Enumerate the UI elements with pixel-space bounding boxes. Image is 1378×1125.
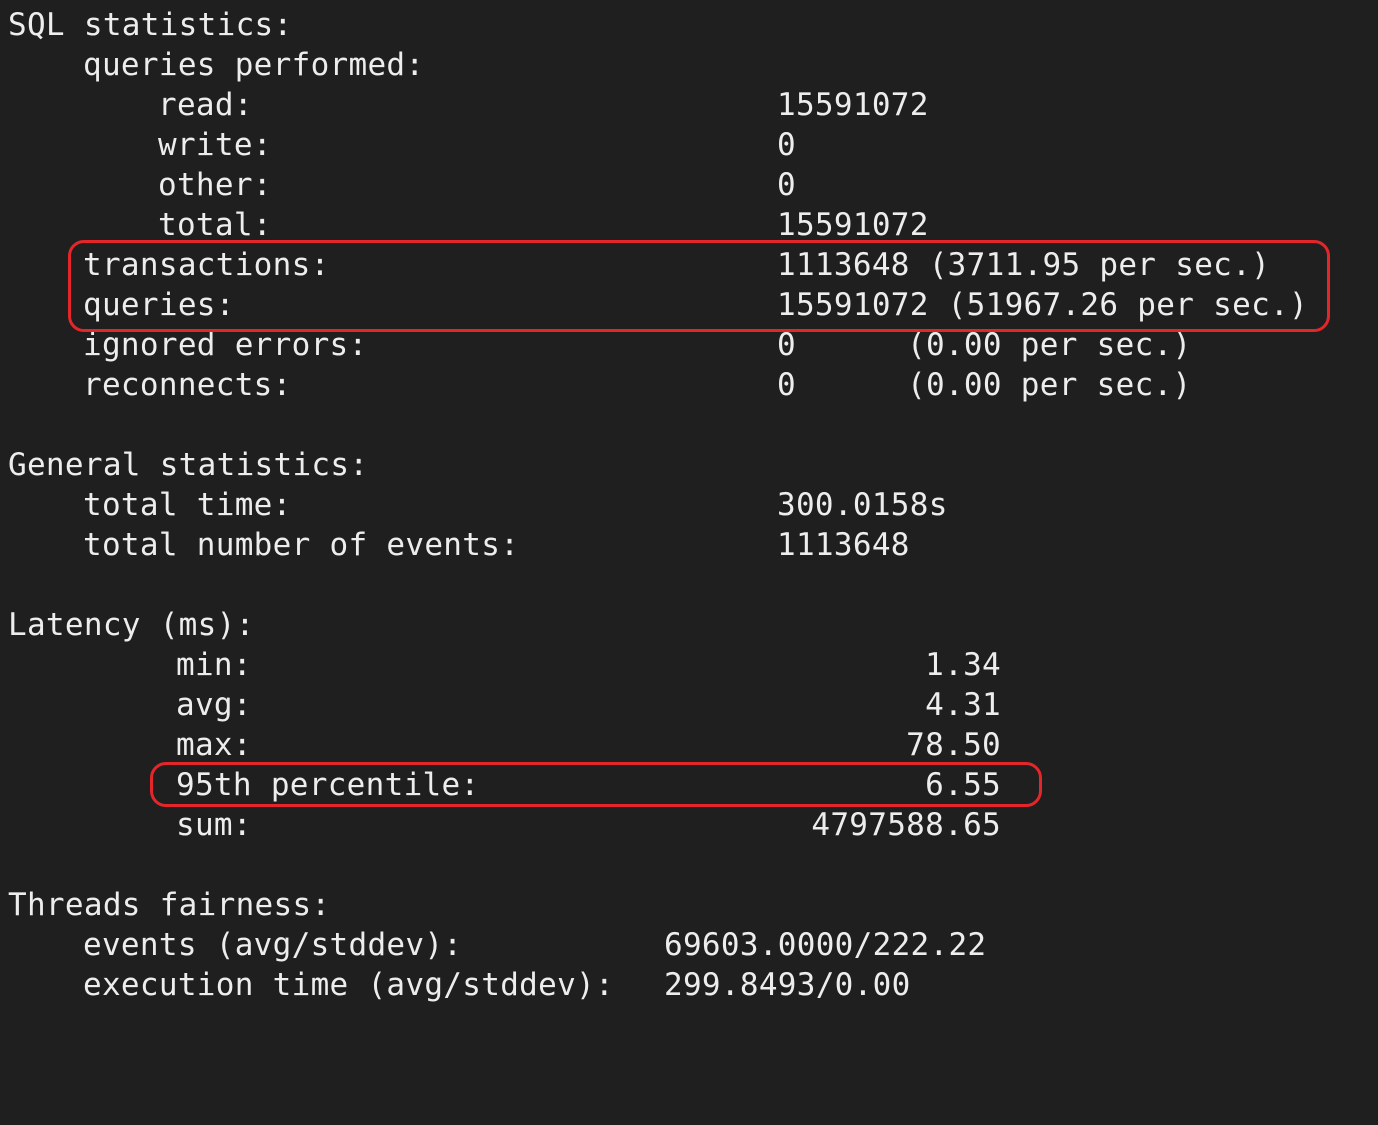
threads-exec-time-row: execution time (avg/stddev): 299.8493/0.… [0,965,910,1005]
total-time-label: total time: [83,487,292,523]
general-statistics-heading-line: General statistics: [0,445,368,485]
latency-max-label: max: [176,727,252,763]
write-row: write: 0 [0,125,796,165]
read-value: 15591072 [777,87,929,123]
transactions-row: transactions: 1113648 (3711.95 per sec.) [0,245,1270,285]
total-time-value: 300.0158s [777,487,948,523]
p95-highlight-box [150,762,1042,807]
queries-performed-label: queries performed: [83,47,425,83]
threads-events-value: 69603.0000/222.22 [664,927,987,963]
latency-min-value: 1.34 [925,647,1001,683]
threads-fairness-heading-line: Threads fairness: [0,885,330,925]
reconnects-row: reconnects: 0 (0.00 per sec.) [0,365,1191,405]
latency-heading-line: Latency (ms): [0,605,254,645]
latency-avg-label: avg: [176,687,252,723]
latency-heading: Latency (ms): [8,607,255,643]
reconnects-value: 0 [777,367,796,403]
total-value: 15591072 [777,207,929,243]
transactions-queries-highlight-box [68,240,1330,332]
general-statistics-heading: General statistics: [8,447,369,483]
threads-events-row: events (avg/stddev): 69603.0000/222.22 [0,925,986,965]
sql-statistics-heading: SQL statistics: [8,7,293,43]
read-label: read: [158,87,253,123]
latency-avg-value: 4.31 [925,687,1001,723]
latency-p95-row: 95th percentile: 6.55 [0,765,1001,805]
read-row: read: 15591072 [0,85,928,125]
other-value: 0 [777,167,796,203]
total-events-value: 1113648 [777,527,910,563]
queries-performed-line: queries performed: [0,45,424,85]
threads-events-label: events (avg/stddev): [83,927,463,963]
latency-avg-row: avg: 4.31 [0,685,1001,725]
total-label: total: [158,207,272,243]
other-label: other: [158,167,272,203]
latency-sum-value: 4797588.65 [811,807,1001,843]
latency-min-label: min: [176,647,252,683]
latency-sum-row: sum: 4797588.65 [0,805,1001,845]
terminal-output: SQL statistics: queries performed: read:… [0,0,1378,1022]
threads-fairness-heading: Threads fairness: [8,887,331,923]
queries-row: queries: 15591072 (51967.26 per sec.) [0,285,1308,325]
sql-statistics-heading-line: SQL statistics: [0,5,292,45]
threads-exec-time-value: 299.8493/0.00 [664,967,911,1003]
ignored-errors-row: ignored errors: 0 (0.00 per sec.) [0,325,1191,365]
total-events-row: total number of events: 1113648 [0,525,909,565]
latency-max-value: 78.50 [906,727,1001,763]
write-value: 0 [777,127,796,163]
total-row: total: 15591072 [0,205,928,245]
latency-max-row: max: 78.50 [0,725,1001,765]
latency-min-row: min: 1.34 [0,645,1001,685]
other-row: other: 0 [0,165,796,205]
reconnects-label: reconnects: [83,367,292,403]
latency-sum-label: sum: [176,807,252,843]
total-events-label: total number of events: [83,527,520,563]
total-time-row: total time: 300.0158s [0,485,947,525]
threads-exec-time-label: execution time (avg/stddev): [83,967,614,1003]
reconnects-rate: (0.00 per sec.) [907,367,1192,403]
write-label: write: [158,127,272,163]
